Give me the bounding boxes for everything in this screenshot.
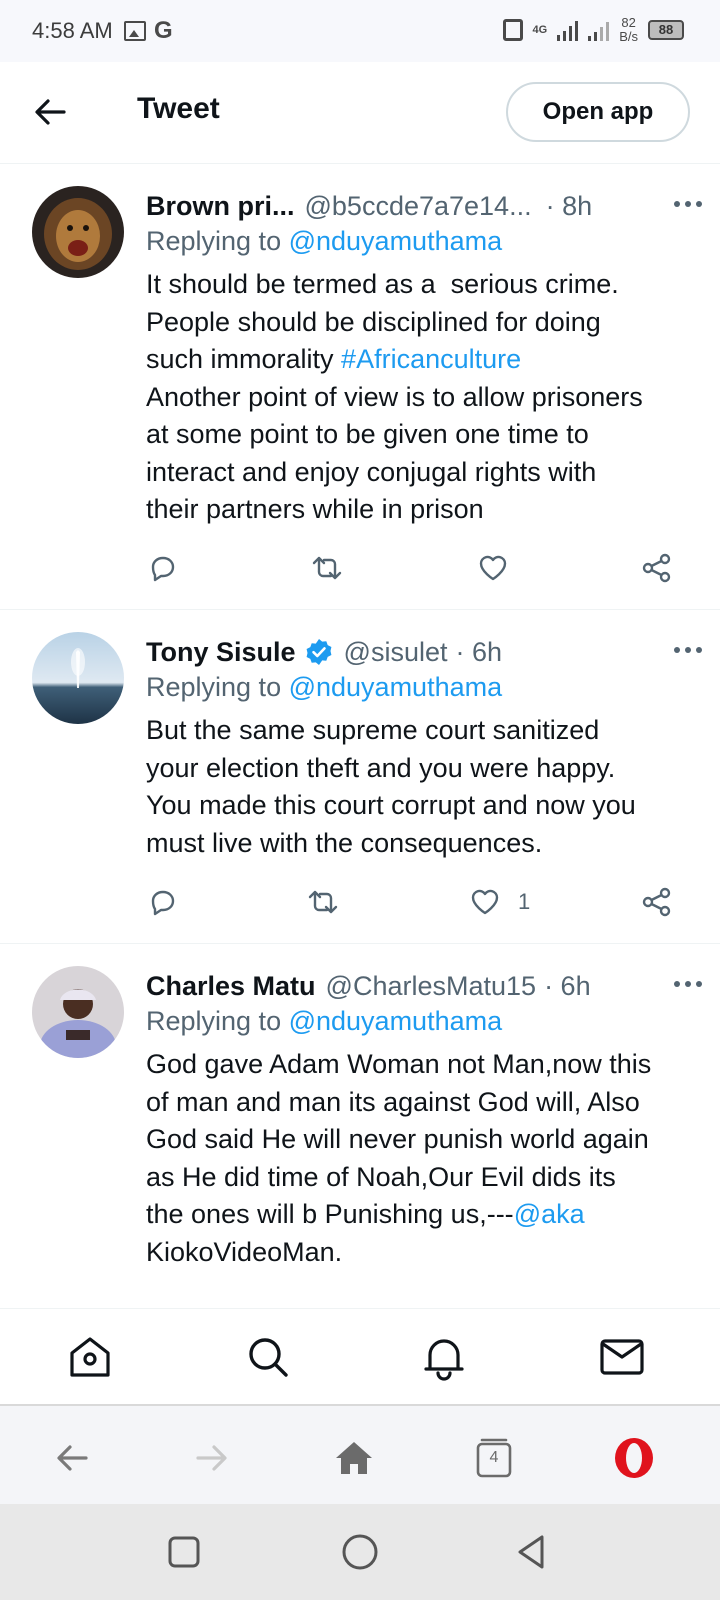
- bottom-nav: [0, 1308, 720, 1404]
- avatar[interactable]: [32, 632, 124, 724]
- share-button[interactable]: [640, 548, 674, 588]
- replying-to-mention[interactable]: @nduyamuthama: [289, 1006, 503, 1036]
- search-icon[interactable]: [244, 1333, 292, 1381]
- network-speed: 82 B/s: [619, 16, 638, 44]
- back-arrow-icon[interactable]: [30, 92, 70, 132]
- share-icon: [642, 887, 671, 917]
- author-name[interactable]: Brown pri...: [146, 191, 295, 222]
- tweet-actions: 1: [146, 882, 686, 922]
- replying-to: Replying to @nduyamuthama: [146, 1006, 502, 1037]
- system-back-icon[interactable]: [512, 1532, 552, 1572]
- status-time: 4:58 AM: [32, 18, 113, 43]
- avatar[interactable]: [32, 186, 124, 278]
- retweet-icon: [308, 890, 338, 914]
- battery-icon: 88: [648, 20, 684, 40]
- tweet-time: · 6h: [544, 970, 591, 1001]
- reply-icon: [151, 890, 175, 916]
- system-nav-bar: [0, 1504, 720, 1600]
- tabs-count: 4: [489, 1449, 499, 1466]
- author-handle[interactable]: @CharlesMatu15: [326, 971, 537, 1002]
- speed-value: 82: [621, 15, 636, 30]
- browser-home-icon[interactable]: [332, 1436, 376, 1480]
- open-app-button[interactable]: Open app: [506, 82, 690, 142]
- tweet-item[interactable]: Brown pri... @b5ccde7a7e14... · 8h Reply…: [0, 164, 720, 610]
- author-name[interactable]: Tony Sisule: [146, 637, 296, 668]
- tweet-text: But the same supreme court sanitized you…: [146, 715, 636, 858]
- vibrate-icon: [502, 19, 523, 41]
- retweet-button[interactable]: [306, 882, 340, 922]
- top-header: Tweet Open app: [0, 62, 720, 164]
- tweet-time: · 6h: [455, 636, 503, 667]
- more-options-icon[interactable]: [668, 640, 708, 660]
- hashtag-link[interactable]: #Africanculture: [341, 344, 521, 374]
- more-options-icon[interactable]: [668, 194, 708, 214]
- tweet-header: Brown pri... @b5ccde7a7e14... · 8h: [146, 186, 700, 226]
- status-notifications: G: [124, 17, 173, 44]
- tweet-item[interactable]: Tony Sisule @sisulet · 6h Replying to @n…: [0, 610, 720, 944]
- author-name[interactable]: Charles Matu: [146, 971, 316, 1002]
- replying-to: Replying to @nduyamuthama: [146, 226, 502, 257]
- heart-icon: [471, 889, 499, 915]
- browser-back-icon[interactable]: [50, 1436, 94, 1480]
- reply-button[interactable]: [146, 882, 180, 922]
- tweet-text-part-2: KiokoVideoMan.: [146, 1236, 343, 1267]
- verified-badge-icon: [304, 637, 334, 667]
- replying-prefix: Replying to: [146, 672, 289, 702]
- tweet-text-part-2: Another point of view is to allow prison…: [146, 381, 643, 524]
- heart-icon: [479, 555, 507, 581]
- tweet-item[interactable]: Charles Matu @CharlesMatu15 · 6h Replyin…: [0, 944, 720, 1308]
- network-type: 4G: [532, 23, 548, 36]
- status-indicators: 4G 82 B/s 88: [502, 16, 684, 44]
- like-button[interactable]: [476, 548, 510, 588]
- tweet-header: Charles Matu @CharlesMatu15 · 6h: [146, 966, 700, 1006]
- like-button[interactable]: 1: [468, 882, 530, 922]
- browser-tabs-icon[interactable]: 4: [472, 1436, 516, 1480]
- tweet-text: It should be termed as a serious crime. …: [146, 266, 694, 529]
- tweet-text: God gave Adam Woman not Man,now this of …: [146, 1046, 694, 1271]
- signal-icon-2: [588, 19, 610, 41]
- more-options-icon[interactable]: [668, 974, 708, 994]
- tweet-time: · 8h: [545, 190, 593, 221]
- browser-toolbar: 4: [0, 1404, 720, 1504]
- opera-menu-icon[interactable]: [612, 1436, 656, 1480]
- reply-icon: [151, 556, 175, 582]
- author-handle[interactable]: @b5ccde7a7e14...: [305, 191, 532, 222]
- notifications-bell-icon[interactable]: [420, 1333, 468, 1381]
- replying-to-mention[interactable]: @nduyamuthama: [289, 226, 503, 256]
- gallery-notification-icon: [124, 21, 146, 41]
- inline-mention-link[interactable]: @aka: [514, 1199, 585, 1229]
- messages-mail-icon[interactable]: [598, 1333, 646, 1381]
- like-count: 1: [518, 889, 531, 914]
- replying-prefix: Replying to: [146, 226, 289, 256]
- browser-forward-icon[interactable]: [190, 1436, 234, 1480]
- replying-prefix: Replying to: [146, 1006, 289, 1036]
- share-icon: [642, 553, 671, 583]
- author-handle[interactable]: @sisulet: [344, 637, 448, 668]
- retweet-icon: [312, 556, 342, 580]
- system-home-icon[interactable]: [340, 1532, 380, 1572]
- replying-to-mention[interactable]: @nduyamuthama: [289, 672, 503, 702]
- page-title: Tweet: [137, 92, 220, 125]
- tweet-actions: [146, 548, 686, 588]
- share-button[interactable]: [640, 882, 674, 922]
- replying-to: Replying to @nduyamuthama: [146, 672, 502, 703]
- recent-apps-icon[interactable]: [164, 1532, 204, 1572]
- speed-unit: B/s: [619, 29, 638, 44]
- reply-button[interactable]: [146, 548, 180, 588]
- status-bar: 4:58 AM G 4G 82 B/s 88: [0, 0, 720, 62]
- home-icon[interactable]: [66, 1333, 114, 1381]
- google-notification-icon: G: [154, 17, 173, 44]
- signal-icon: [557, 19, 579, 41]
- avatar[interactable]: [32, 966, 124, 1058]
- retweet-button[interactable]: [310, 548, 344, 588]
- tweet-header: Tony Sisule @sisulet · 6h: [146, 632, 700, 672]
